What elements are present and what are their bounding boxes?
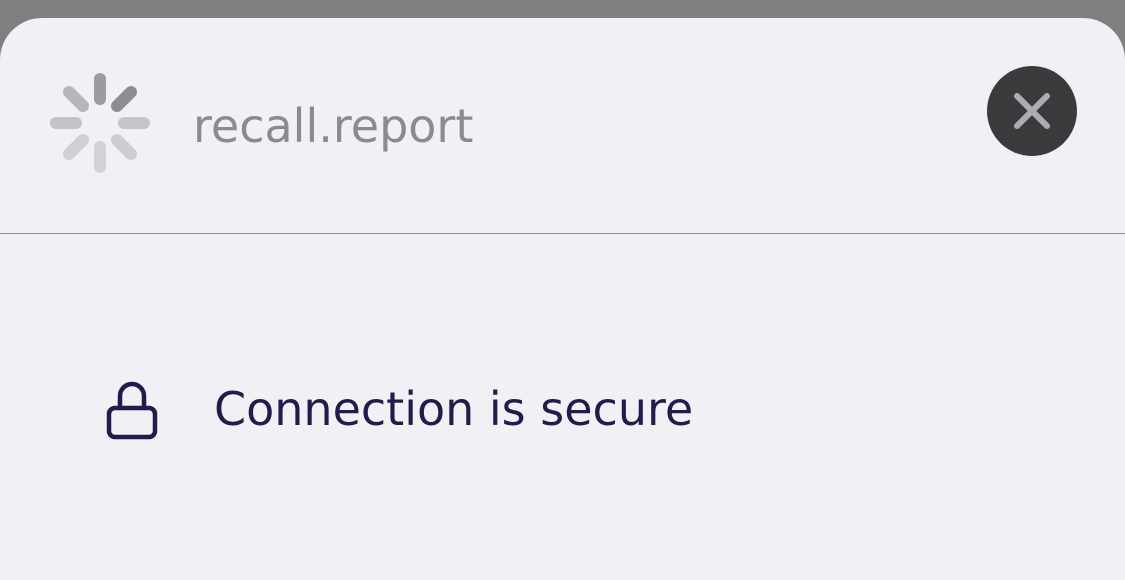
close-icon [1014, 93, 1050, 129]
close-button[interactable] [987, 66, 1077, 156]
site-info-sheet: recall.report Connection is secure [0, 18, 1125, 580]
site-title: recall.report [193, 99, 474, 153]
connection-security-row[interactable]: Connection is secure [0, 348, 1125, 478]
header-divider [0, 233, 1125, 234]
connection-status-label: Connection is secure [214, 382, 694, 436]
sheet-header: recall.report [0, 18, 1125, 233]
spinner-icon [48, 71, 152, 175]
lock-icon [104, 378, 160, 442]
